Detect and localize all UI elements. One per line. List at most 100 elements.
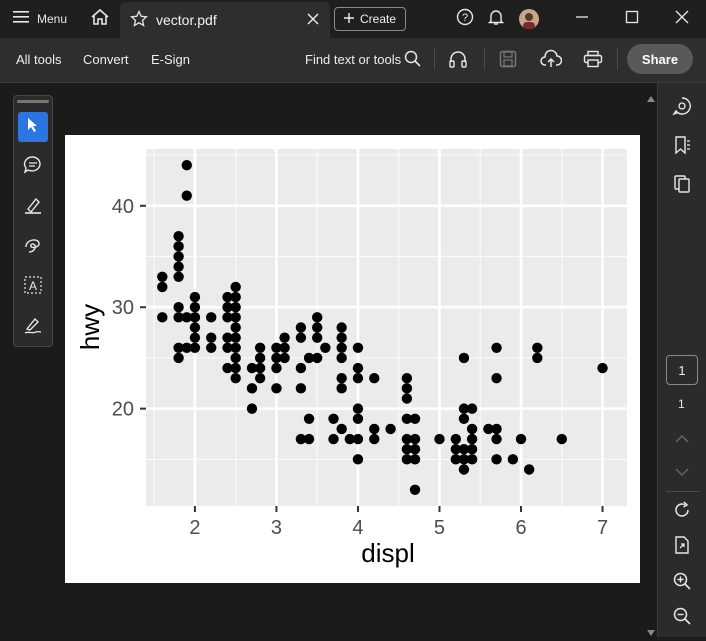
data-point <box>230 352 241 364</box>
plot-panel <box>146 149 627 506</box>
page-extract-button[interactable] <box>670 535 694 559</box>
data-point <box>458 352 470 364</box>
data-point <box>254 352 266 364</box>
maximize-button[interactable] <box>620 0 644 38</box>
all-tools-link[interactable]: All tools <box>16 52 62 67</box>
data-point <box>189 291 201 303</box>
scroll-up-icon[interactable] <box>647 89 655 107</box>
toolbar-divider <box>617 48 618 70</box>
data-point <box>409 454 421 465</box>
previous-page-button[interactable] <box>670 428 694 452</box>
data-point <box>173 271 184 282</box>
scroll-down-icon[interactable] <box>647 623 655 641</box>
data-point <box>173 231 184 242</box>
text-tool[interactable]: A <box>18 272 48 302</box>
data-point <box>312 322 323 333</box>
data-point <box>352 433 364 445</box>
draw-tool[interactable] <box>18 232 48 262</box>
read-aloud-icon[interactable] <box>448 50 468 73</box>
data-point <box>254 373 266 384</box>
data-point <box>230 362 241 374</box>
data-point <box>157 271 168 282</box>
share-button[interactable]: Share <box>627 44 693 74</box>
home-button[interactable] <box>86 0 114 38</box>
rotate-button[interactable] <box>670 500 694 524</box>
data-point <box>597 362 608 374</box>
data-point <box>466 403 478 414</box>
panel-drag-handle[interactable] <box>17 100 49 103</box>
zoom-in-button[interactable] <box>670 571 694 595</box>
data-point <box>352 454 364 465</box>
menu-button[interactable]: Menu <box>10 0 70 38</box>
data-point <box>450 433 461 445</box>
data-point <box>230 322 241 333</box>
data-point <box>206 342 217 353</box>
right-side-panel: 1 1 <box>657 83 706 637</box>
print-icon[interactable] <box>583 50 603 73</box>
thumbnails-button[interactable] <box>670 174 694 198</box>
close-window-button[interactable] <box>670 0 694 38</box>
data-point <box>230 332 241 343</box>
data-point <box>466 454 478 465</box>
vertical-scrollbar[interactable] <box>644 83 657 637</box>
data-point <box>271 362 282 374</box>
data-point <box>409 444 421 455</box>
search-icon[interactable] <box>404 50 422 73</box>
avatar-icon <box>519 9 539 29</box>
ai-assistant-button[interactable] <box>670 96 694 120</box>
star-icon[interactable] <box>130 9 148 33</box>
data-point <box>491 454 502 465</box>
data-point <box>157 312 168 323</box>
sign-tool[interactable] <box>18 312 48 342</box>
esign-link[interactable]: E-Sign <box>151 52 190 67</box>
document-tab[interactable]: vector.pdf <box>120 2 330 38</box>
rotate-icon <box>672 500 692 525</box>
data-point <box>254 342 266 353</box>
data-point <box>532 342 543 353</box>
data-point <box>401 383 413 394</box>
data-point <box>352 342 364 353</box>
main-toolbar: All tools Convert E-Sign Find text or to… <box>0 38 706 83</box>
current-page-input[interactable]: 1 <box>666 355 698 385</box>
data-point <box>458 464 470 475</box>
data-point <box>173 302 184 313</box>
svg-text:?: ? <box>462 12 468 24</box>
next-page-button[interactable] <box>670 461 694 485</box>
data-point <box>312 332 323 343</box>
convert-link[interactable]: Convert <box>83 52 129 67</box>
bookmarks-button[interactable] <box>670 135 694 159</box>
data-point <box>173 241 184 252</box>
zoom-out-button[interactable] <box>670 606 694 630</box>
notifications-button[interactable] <box>485 0 507 38</box>
data-point <box>352 373 364 384</box>
close-tab-icon[interactable] <box>306 12 320 31</box>
select-tool[interactable] <box>18 112 48 142</box>
help-button[interactable]: ? <box>454 0 476 38</box>
find-tools-input[interactable]: Find text or tools <box>305 52 401 67</box>
chevron-up-icon <box>675 431 689 449</box>
data-point <box>336 342 347 353</box>
data-point <box>352 362 364 374</box>
data-point <box>230 302 241 313</box>
data-point <box>181 190 192 201</box>
data-point <box>279 352 290 364</box>
comment-icon <box>23 155 43 180</box>
x-tick-label: 2 <box>189 517 200 539</box>
data-point <box>206 312 217 323</box>
highlight-tool[interactable] <box>18 192 48 222</box>
data-point <box>295 332 307 343</box>
y-tick-label: 20 <box>112 399 134 421</box>
data-point <box>230 281 241 293</box>
comment-tool[interactable] <box>18 152 48 182</box>
data-point <box>189 342 201 353</box>
avatar[interactable] <box>518 0 540 38</box>
plus-icon <box>343 12 354 26</box>
minimize-button[interactable] <box>570 0 594 38</box>
data-point <box>409 484 421 495</box>
cloud-upload-icon[interactable] <box>540 49 563 74</box>
data-point <box>352 403 364 414</box>
save-icon[interactable] <box>499 50 517 73</box>
x-tick-label: 4 <box>352 517 363 539</box>
create-button[interactable]: Create <box>334 7 406 31</box>
home-icon <box>90 8 110 31</box>
